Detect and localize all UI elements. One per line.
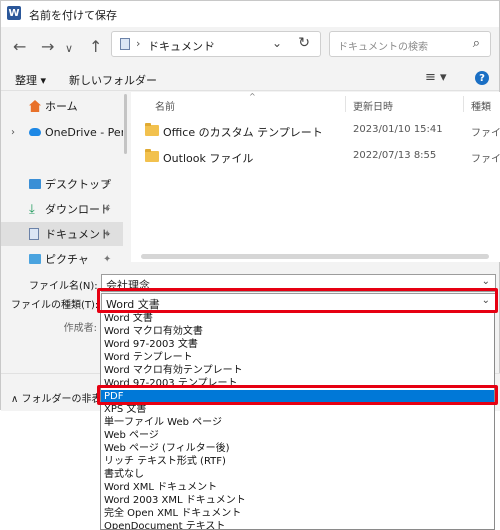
column-divider[interactable] [463, 96, 464, 112]
sidebar-item-label: ホーム [45, 100, 78, 113]
sidebar-item-label: デスクトップ [45, 178, 111, 191]
author-label: 作成者: [63, 323, 97, 334]
search-icon[interactable]: ⌕ [473, 36, 480, 51]
sidebar-item-label: ピクチャ [45, 253, 89, 266]
column-header-name[interactable]: 名前 [155, 98, 175, 113]
pictures-icon [29, 254, 41, 264]
sidebar-item-home[interactable]: ホーム [1, 94, 123, 118]
file-list: 名前 ^ 更新日時 種類 Office のカスタム テンプレート 2023/01… [131, 92, 500, 262]
forward-arrow-icon[interactable]: → [41, 39, 54, 55]
folder-icon [145, 149, 159, 162]
breadcrumb-chevron-icon[interactable]: › [136, 37, 140, 50]
download-icon: ⤓ [29, 201, 35, 217]
navigation-pane: ホーム › OneDrive - Perso デスクトップ ✦ ⤓ ダウンロード… [1, 92, 123, 270]
column-divider[interactable] [345, 96, 346, 112]
navigation-scrollbar[interactable] [123, 92, 129, 262]
chevron-down-icon[interactable]: ⌄ [482, 276, 490, 287]
filetype-option[interactable]: Word マクロ有効文書 [101, 325, 494, 338]
breadcrumb-chevron-icon[interactable]: › [210, 37, 214, 50]
search-input[interactable]: ドキュメントの検索 ⌕ [329, 31, 491, 57]
sidebar-item-label: ダウンロード [45, 203, 111, 216]
folder-icon [145, 123, 159, 136]
file-modified: 2023/01/10 15:41 [353, 124, 443, 135]
filetype-option[interactable]: Word 文書 [101, 312, 494, 325]
filetype-option[interactable]: 単一ファイル Web ページ [101, 416, 494, 429]
pdf-highlight-frame [97, 385, 498, 405]
organize-button[interactable]: 整理 ▾ [15, 72, 46, 88]
sidebar-item-onedrive[interactable]: › OneDrive - Perso [1, 120, 123, 144]
sidebar-item-downloads[interactable]: ⤓ ダウンロード ✦ [1, 197, 123, 221]
table-row[interactable]: Office のカスタム テンプレート 2023/01/10 15:41 ファイ… [131, 120, 500, 142]
view-options-button[interactable]: ≡ ▾ [425, 70, 447, 85]
pin-icon: ✦ [103, 203, 112, 215]
onedrive-icon [29, 128, 41, 136]
title-bar: W 名前を付けて保存 [1, 1, 499, 27]
word-app-icon: W [7, 6, 21, 20]
sidebar-item-label: OneDrive - Perso [45, 125, 123, 139]
filetype-option[interactable]: OpenDocument テキスト [101, 520, 494, 529]
column-header-type[interactable]: 種類 [471, 98, 491, 113]
filetype-option[interactable]: リッチ テキスト形式 (RTF) [101, 455, 494, 468]
recent-locations-icon[interactable]: ∨ [65, 41, 73, 57]
filetype-option[interactable]: Web ページ (フィルター後) [101, 442, 494, 455]
pin-icon: ✦ [103, 253, 112, 265]
refresh-icon[interactable]: ↻ [298, 35, 310, 51]
filetype-option[interactable]: Word マクロ有効テンプレート [101, 364, 494, 377]
file-type: ファイル [471, 154, 500, 165]
sidebar-item-desktop[interactable]: デスクトップ ✦ [1, 172, 123, 196]
up-arrow-icon[interactable]: ↑ [89, 39, 102, 55]
chevron-down-icon[interactable]: ⌄ [272, 36, 282, 50]
sort-ascending-icon: ^ [249, 92, 256, 101]
chevron-right-icon[interactable]: › [11, 127, 15, 138]
column-header-modified[interactable]: 更新日時 [353, 98, 393, 113]
file-name: Office のカスタム テンプレート [163, 126, 323, 139]
filetype-highlight-frame [97, 288, 498, 313]
address-bar[interactable]: › ドキュメント › ⌄ ↻ [111, 31, 321, 57]
sidebar-item-pictures[interactable]: ピクチャ ✦ [1, 247, 123, 270]
filename-label: ファイル名(N): [29, 281, 98, 292]
sidebar-item-label: ドキュメント [45, 228, 111, 241]
filetype-option[interactable]: Word XML ドキュメント [101, 481, 494, 494]
new-folder-button[interactable]: 新しいフォルダー [69, 72, 157, 88]
table-row[interactable]: Outlook ファイル 2022/07/13 8:55 ファイル [131, 146, 500, 168]
file-list-scrollbar[interactable] [141, 254, 489, 259]
sidebar-item-documents[interactable]: ドキュメント ✦ [1, 222, 123, 246]
filetype-option[interactable]: Word テンプレート [101, 351, 494, 364]
search-placeholder: ドキュメントの検索 [338, 42, 428, 53]
command-toolbar: 整理 ▾ 新しいフォルダー ≡ ▾ ? [1, 67, 499, 91]
pin-icon: ✦ [103, 228, 112, 240]
pin-icon: ✦ [103, 178, 112, 190]
breadcrumb-documents[interactable]: ドキュメント [148, 38, 214, 54]
documents-icon [29, 228, 39, 240]
home-icon [29, 100, 41, 112]
file-modified: 2022/07/13 8:55 [353, 150, 437, 161]
filetype-option[interactable]: 完全 Open XML ドキュメント [101, 507, 494, 520]
back-arrow-icon[interactable]: ← [13, 39, 26, 55]
file-name: Outlook ファイル [163, 152, 254, 165]
help-icon[interactable]: ? [475, 71, 489, 85]
scrollbar-thumb[interactable] [124, 94, 127, 154]
filetype-option[interactable]: Word 97-2003 文書 [101, 338, 494, 351]
file-type: ファイル [471, 128, 500, 139]
filetype-option[interactable]: Web ページ [101, 429, 494, 442]
filetype-dropdown-list: Word 文書 Word マクロ有効文書 Word 97-2003 文書 Word テ… [100, 311, 495, 530]
desktop-icon [29, 179, 41, 189]
filetype-option[interactable]: Word 2003 XML ドキュメント [101, 494, 494, 507]
filetype-option[interactable]: 書式なし [101, 468, 494, 481]
filetype-label: ファイルの種類(T): [11, 300, 99, 311]
documents-icon [120, 38, 130, 50]
window-title: 名前を付けて保存 [29, 9, 117, 22]
